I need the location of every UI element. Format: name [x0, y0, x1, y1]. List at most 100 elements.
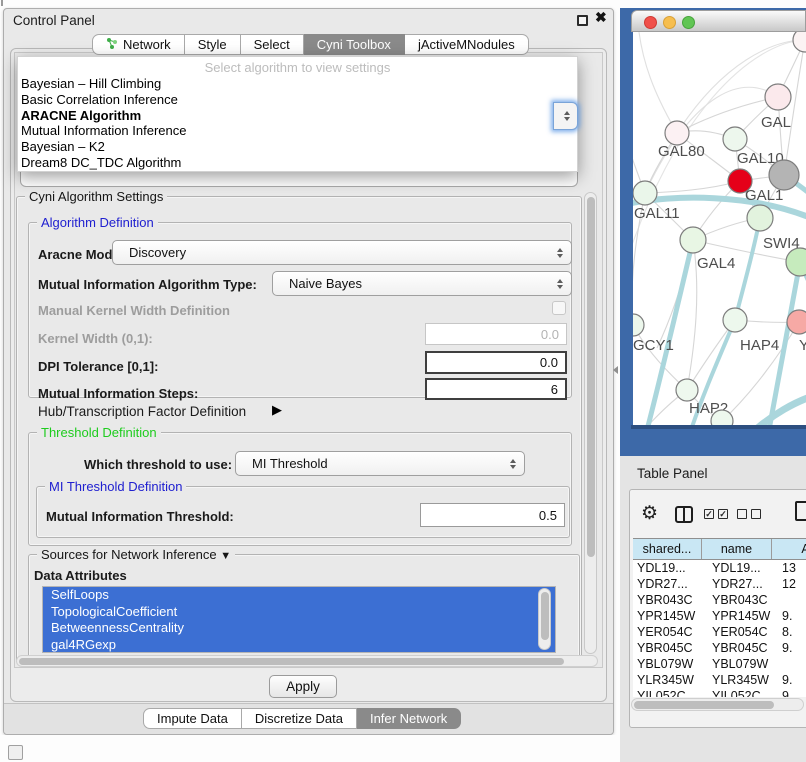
table-row[interactable]: YDR27...YDR27...12: [633, 576, 806, 592]
table-row[interactable]: YDL19...YDL19...13: [633, 560, 806, 576]
table-cell: YIL052C: [633, 688, 702, 697]
network-node-swi4[interactable]: [786, 248, 806, 276]
column-header[interactable]: A: [772, 539, 806, 559]
algorithm-option[interactable]: ARACNE Algorithm: [21, 108, 186, 124]
table-panel-title: Table Panel: [637, 466, 708, 481]
tab-network[interactable]: Network: [92, 34, 185, 55]
dpi-tolerance-field[interactable]: 0.0: [425, 351, 567, 374]
network-node-gal10[interactable]: [723, 127, 747, 151]
corner-tick: [1, 0, 3, 6]
minimized-panel-icon[interactable]: [8, 745, 23, 760]
threshold-definition-title: Threshold Definition: [37, 425, 161, 440]
network-node-node-gray[interactable]: [769, 160, 799, 190]
tab-infer-network[interactable]: Infer Network: [357, 708, 461, 729]
node-label-node-pink: Y: [799, 337, 806, 354]
which-threshold-select[interactable]: MI Threshold: [235, 451, 525, 476]
columns-icon[interactable]: [675, 506, 693, 523]
table-cell: YLR345W: [702, 672, 772, 688]
algorithm-option[interactable]: Dream8 DC_TDC Algorithm: [21, 155, 186, 171]
stepper-icon: [564, 111, 570, 121]
network-node-gal11[interactable]: [633, 181, 657, 205]
float-window-icon[interactable]: [577, 15, 588, 26]
manual-kernel-width-checkbox[interactable]: [552, 301, 566, 315]
tab-style[interactable]: Style: [185, 34, 241, 55]
data-attributes-list[interactable]: SelfLoopsTopologicalCoefficientBetweenne…: [42, 586, 556, 653]
table-row[interactable]: YBL079WYBL079W: [633, 656, 806, 672]
tab-discretize-data[interactable]: Discretize Data: [242, 708, 357, 729]
aracne-mode-select[interactable]: Discovery: [112, 240, 572, 265]
algorithm-option[interactable]: Mutual Information Inference: [21, 123, 186, 139]
algorithm-placeholder: Select algorithm to view settings: [18, 60, 577, 75]
table-row[interactable]: YBR045CYBR045C9.: [633, 640, 806, 656]
kernel-width-value: 0.0: [541, 327, 559, 342]
attribute-list-scrollbar[interactable]: [538, 588, 551, 650]
column-header[interactable]: name: [702, 539, 772, 559]
algorithm-option[interactable]: Bayesian – Hill Climbing: [21, 76, 186, 92]
tab-jactivemnodules[interactable]: jActiveMNodules: [405, 34, 529, 55]
table-cell: YDL19...: [633, 560, 702, 576]
collapse-arrow-icon[interactable]: ▼: [220, 550, 231, 562]
sources-group-title: Sources for Network Inference ▼: [37, 547, 235, 562]
network-window-titlebar[interactable]: [631, 10, 806, 32]
network-node-node-top-partial[interactable]: [793, 32, 806, 52]
gear-icon[interactable]: ⚙: [641, 502, 658, 525]
table-cell: YDR27...: [633, 576, 702, 592]
node-table[interactable]: shared...nameAYDL19...YDL19...13YDR27...…: [633, 538, 806, 697]
table-cell: YIL052C: [702, 688, 772, 697]
attribute-item[interactable]: gal4RGexp: [43, 637, 555, 654]
network-node-gal4[interactable]: [680, 227, 706, 253]
close-traffic-light-icon[interactable]: [644, 16, 657, 29]
algorithm-option[interactable]: Basic Correlation Inference: [21, 92, 186, 108]
table-cell: YLR345W: [633, 672, 702, 688]
expand-arrow-icon[interactable]: ▶: [272, 402, 282, 418]
bottom-margin: [0, 735, 620, 762]
mi-algorithm-type-value: Naive Bayes: [289, 276, 362, 291]
table-cell: [772, 592, 806, 608]
focused-combobox-fragment[interactable]: [553, 102, 578, 130]
network-node-gal80[interactable]: [665, 121, 689, 145]
settings-vertical-scrollbar[interactable]: [584, 192, 597, 654]
network-node-node-gal-partial[interactable]: [765, 84, 791, 110]
minimize-traffic-light-icon[interactable]: [663, 16, 676, 29]
node-label-gcy1: GCY1: [633, 337, 674, 354]
kernel-width-field[interactable]: 0.0: [425, 323, 567, 345]
network-icon: [106, 37, 118, 53]
table-row[interactable]: YIL052CYIL052C9: [633, 688, 806, 697]
mi-threshold-field[interactable]: 0.5: [420, 503, 565, 527]
network-node-hap4[interactable]: [723, 308, 747, 332]
table-row[interactable]: YPR145WYPR145W9.: [633, 608, 806, 624]
network-canvas[interactable]: GALGAL80GAL10GAL11GAL1GAL4SWI4GCY1HAP4YH…: [633, 32, 806, 425]
split-pane-collapse-icon[interactable]: [613, 366, 618, 374]
zoom-traffic-light-icon[interactable]: [682, 16, 695, 29]
attribute-item[interactable]: SelfLoops: [43, 587, 555, 604]
network-node-hap2[interactable]: [676, 379, 698, 401]
algorithm-option[interactable]: Bayesian – K2: [21, 139, 186, 155]
settings-horizontal-scrollbar[interactable]: [16, 655, 598, 667]
attribute-item[interactable]: TopologicalCoefficient: [43, 604, 555, 621]
network-node-node-pink[interactable]: [787, 310, 806, 334]
close-panel-icon[interactable]: ✖: [595, 9, 607, 26]
table-row[interactable]: YLR345WYLR345W9.: [633, 672, 806, 688]
select-all-columns-icon[interactable]: ✓✓: [704, 509, 728, 519]
table-row[interactable]: YBR043CYBR043C: [633, 592, 806, 608]
hub-definition-label[interactable]: Hub/Transcription Factor Definition: [38, 404, 246, 419]
node-label-gal1: GAL1: [745, 187, 783, 204]
algorithm-definition-title: Algorithm Definition: [37, 215, 158, 230]
table-cell: YBR043C: [702, 592, 772, 608]
network-node-gal1[interactable]: [747, 205, 773, 231]
tab-cyni-toolbox[interactable]: Cyni Toolbox: [304, 34, 405, 55]
network-node-gcy1[interactable]: [633, 314, 644, 336]
attribute-item[interactable]: BetweennessCentrality: [43, 620, 555, 637]
apply-button[interactable]: Apply: [269, 675, 337, 698]
tab-select[interactable]: Select: [241, 34, 304, 55]
mi-algorithm-type-select[interactable]: Naive Bayes: [272, 271, 572, 296]
tab-label: Infer Network: [370, 711, 447, 726]
column-header[interactable]: shared...: [633, 539, 702, 559]
table-horizontal-scrollbar[interactable]: [631, 698, 804, 711]
tab-impute-data[interactable]: Impute Data: [143, 708, 242, 729]
new-table-icon[interactable]: [795, 501, 806, 521]
mi-steps-field[interactable]: 6: [425, 378, 567, 400]
table-row[interactable]: YER054CYER054C8.: [633, 624, 806, 640]
algorithm-combobox-remnant[interactable]: [20, 172, 578, 187]
deselect-all-columns-icon[interactable]: [737, 509, 761, 519]
